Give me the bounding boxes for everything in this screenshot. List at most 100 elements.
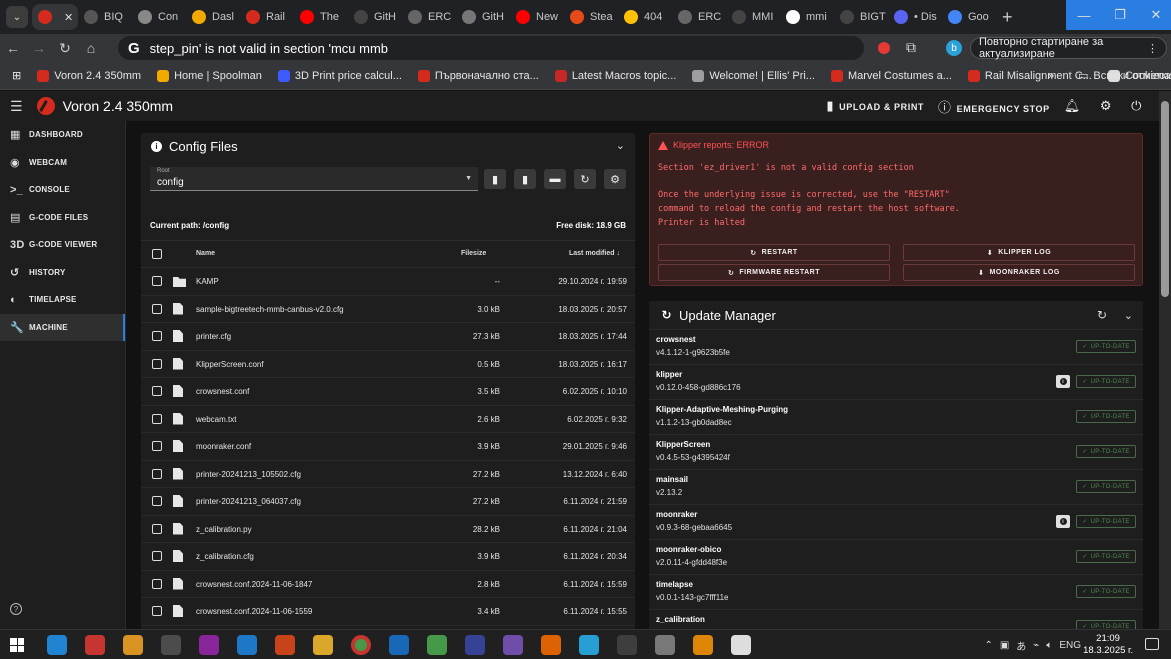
- row-checkbox[interactable]: [152, 468, 162, 479]
- browser-tab[interactable]: GitH: [456, 4, 510, 30]
- file-row[interactable]: KlipperScreen.conf 0.5 kB 18.03.2025 г. 16…: [141, 351, 635, 378]
- windows-start-icon[interactable]: [10, 638, 24, 652]
- tab-search-button[interactable]: ⌄: [6, 6, 28, 28]
- back-icon[interactable]: ←: [0, 40, 26, 56]
- bookmark-item[interactable]: Първоначално ста...: [410, 69, 547, 82]
- file-name[interactable]: printer-20241213_064037.cfg: [196, 497, 301, 506]
- more-bookmarks[interactable]: »: [1040, 70, 1062, 82]
- taskbar-app-icon[interactable]: [161, 635, 181, 655]
- moonraker-log-button[interactable]: ⬇ MOONRAKER LOG: [903, 264, 1135, 281]
- browser-tab[interactable]: Rail: [240, 4, 294, 30]
- file-name[interactable]: z_calibration.cfg: [196, 552, 254, 561]
- volume-icon[interactable]: 🔈︎: [1046, 640, 1052, 651]
- file-name[interactable]: crowsnest.conf.2024-11-06-1559: [196, 607, 312, 616]
- taskbar-app-icon[interactable]: [351, 635, 371, 655]
- apps-icon[interactable]: ⊞: [0, 69, 29, 82]
- file-name[interactable]: KAMP: [196, 277, 219, 286]
- taskbar-app-icon[interactable]: [541, 635, 561, 655]
- home-icon[interactable]: ⌂: [78, 40, 104, 56]
- firmware-restart-button[interactable]: ↻ FIRMWARE RESTART: [658, 264, 890, 281]
- file-row[interactable]: sample-bigtreetech-mmb-canbus-v2.0.cfg 3.…: [141, 296, 635, 323]
- browser-tab[interactable]: ✕: [32, 4, 78, 30]
- taskbar-app-icon[interactable]: [389, 635, 409, 655]
- refresh-button[interactable]: ↻: [574, 169, 596, 189]
- taskbar-app-icon[interactable]: [123, 635, 143, 655]
- file-name[interactable]: crowsnest.conf.2024-11-06-1847: [196, 580, 312, 589]
- file-row[interactable]: crowsnest.conf 3.5 kB 6.02.2025 г. 10:10: [141, 378, 635, 406]
- taskbar-app-icon[interactable]: [731, 635, 751, 655]
- menu-icon[interactable]: ☰: [10, 98, 23, 115]
- language-indicator[interactable]: ENG: [1059, 640, 1081, 651]
- sidebar-item-timelapse[interactable]: ◐ TIMELAPSE: [0, 286, 125, 314]
- column-name[interactable]: Name: [196, 250, 215, 257]
- sidebar-item-dashboard[interactable]: ▦ DASHBOARD: [0, 121, 125, 149]
- sidebar-item-webcam[interactable]: ◉ WEBCAM: [0, 149, 125, 177]
- taskbar-app-icon[interactable]: [503, 635, 523, 655]
- taskbar-app-icon[interactable]: [199, 635, 219, 655]
- row-checkbox[interactable]: [152, 523, 162, 534]
- column-last-modified[interactable]: Last modified ↓: [569, 250, 620, 257]
- maximize-button[interactable]: ❐: [1102, 0, 1138, 30]
- file-row[interactable]: z_calibration.cfg 3.9 kB 6.11.2024 г. 20:3…: [141, 543, 635, 571]
- sidebar-item-g-code-files[interactable]: ▤ G-CODE FILES: [0, 204, 125, 232]
- file-row[interactable]: printer-20241213_105502.cfg 27.2 kB 13.12.…: [141, 461, 635, 488]
- taskbar-app-icon[interactable]: [47, 635, 67, 655]
- select-all-checkbox[interactable]: [152, 249, 162, 259]
- file-row[interactable]: printer-20241213_064037.cfg 27.2 kB 6.11.2…: [141, 488, 635, 516]
- row-checkbox[interactable]: [152, 303, 162, 314]
- scrollbar-thumb[interactable]: [1161, 101, 1169, 297]
- file-name[interactable]: printer.cfg: [196, 332, 231, 341]
- new-tab-button[interactable]: +: [1002, 7, 1013, 28]
- restart-to-update-button[interactable]: Повторно стартиране за актуализиране ⋮: [970, 36, 1167, 60]
- info-button[interactable]: i: [1056, 515, 1070, 528]
- settings-icon[interactable]: ⚙: [1100, 98, 1112, 114]
- taskbar-app-icon[interactable]: [617, 635, 637, 655]
- address-bar[interactable]: G step_pin' is not valid in section 'mcu…: [118, 36, 864, 60]
- taskbar-app-icon[interactable]: [465, 635, 485, 655]
- file-name[interactable]: z_calibration.py: [196, 525, 252, 534]
- chevron-up-icon[interactable]: ⌃: [984, 640, 992, 651]
- browser-tab[interactable]: Goo: [942, 4, 996, 30]
- sidebar-item-machine[interactable]: 🔧 MACHINE: [0, 313, 125, 341]
- bookmark-item[interactable]: Welcome! | Ellis' Pri...: [684, 69, 823, 82]
- clock[interactable]: 21:09 18.3.2025 г.: [1083, 633, 1133, 657]
- bookmark-item[interactable]: Latest Macros topic...: [547, 69, 685, 82]
- extension-icon[interactable]: [878, 42, 890, 54]
- sidebar-item-g-code-viewer[interactable]: 3D G-CODE VIEWER: [0, 231, 125, 259]
- file-row[interactable]: webcam.txt 2.6 kB 6.02.2025 г. 9:32: [141, 406, 635, 433]
- collapse-chevron-icon[interactable]: ⌄: [1124, 309, 1133, 322]
- file-name[interactable]: crowsnest.conf: [196, 387, 249, 396]
- new-file-button[interactable]: ▮: [484, 169, 506, 189]
- row-checkbox[interactable]: [152, 413, 162, 424]
- browser-tab[interactable]: • Dis: [888, 4, 942, 30]
- browser-tab[interactable]: Con: [132, 4, 186, 30]
- bookmark-item[interactable]: Voron 2.4 350mm: [29, 69, 149, 82]
- row-checkbox[interactable]: [152, 358, 162, 369]
- power-icon[interactable]: ⏻: [1131, 98, 1142, 114]
- row-checkbox[interactable]: [152, 441, 162, 451]
- browser-tab[interactable]: New: [510, 4, 564, 30]
- profile-avatar[interactable]: b: [946, 40, 962, 56]
- browser-tab[interactable]: GitH: [348, 4, 402, 30]
- settings-button[interactable]: ⚙: [604, 169, 626, 189]
- taskbar-app-icon[interactable]: [655, 635, 675, 655]
- bookmark-item[interactable]: 3D Print price calcul...: [270, 69, 410, 82]
- browser-tab[interactable]: ERC: [672, 4, 726, 30]
- browser-tab[interactable]: BIGT: [834, 4, 888, 30]
- reload-icon[interactable]: ↻: [52, 40, 78, 57]
- browser-tab[interactable]: mmi: [780, 4, 834, 30]
- close-tab-icon[interactable]: ✕: [64, 11, 73, 24]
- ime-icon[interactable]: あ: [1016, 638, 1026, 653]
- info-button[interactable]: i: [1056, 375, 1070, 388]
- taskbar-app-icon[interactable]: [275, 635, 295, 655]
- bookmark-item[interactable]: Marvel Costumes a...: [823, 69, 960, 82]
- bookmark-item[interactable]: Home | Spoolman: [149, 69, 270, 82]
- sidebar-item-console[interactable]: >_ CONSOLE: [0, 176, 125, 204]
- file-row[interactable]: moonraker.conf 3.9 kB 29.01.2025 г. 9:46: [141, 433, 635, 461]
- file-row[interactable]: z_calibration.py 28.2 kB 6.11.2024 г. 21:0…: [141, 516, 635, 543]
- bell-icon[interactable]: 🔔︎: [1064, 98, 1081, 114]
- browser-tab[interactable]: Stea: [564, 4, 618, 30]
- taskbar-app-icon[interactable]: [579, 635, 599, 655]
- network-icon[interactable]: ⌁: [1033, 640, 1039, 651]
- minimize-button[interactable]: —: [1066, 0, 1102, 30]
